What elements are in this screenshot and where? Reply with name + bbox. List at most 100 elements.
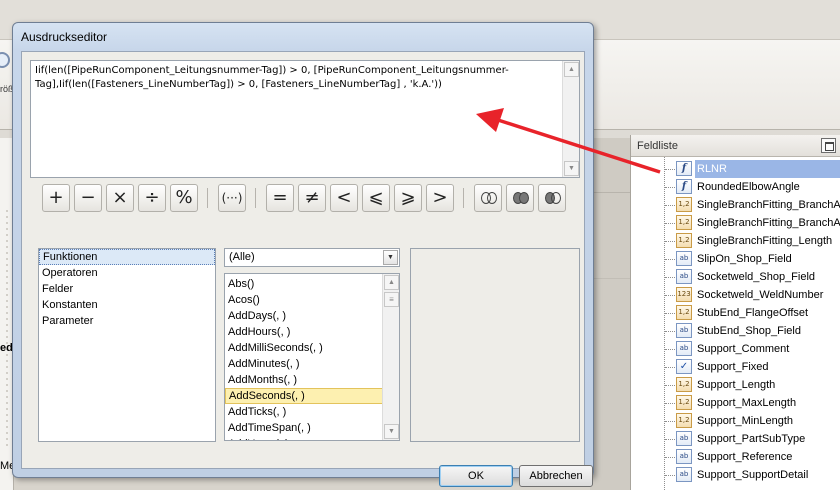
- expression-scrollbar[interactable]: ▲ ▼: [562, 61, 579, 177]
- field-list-item-label: StubEnd_Shop_Field: [697, 325, 801, 337]
- scroll-down-icon[interactable]: ▼: [564, 161, 579, 176]
- and-button[interactable]: [474, 184, 502, 212]
- scroll-down-icon[interactable]: ▼: [384, 424, 399, 439]
- field-list-item[interactable]: f RLNR: [659, 160, 840, 178]
- field-list-item[interactable]: ✓ Support_Fixed: [659, 358, 840, 376]
- field-list-item[interactable]: ab Support_Reference: [659, 448, 840, 466]
- field-list-item[interactable]: 1,2 Support_Length: [659, 376, 840, 394]
- pin-icon[interactable]: [821, 138, 836, 153]
- number-field-icon: 1,2: [676, 395, 692, 410]
- field-list-header: Feldliste: [631, 135, 840, 157]
- field-list-item[interactable]: ab Support_Comment: [659, 340, 840, 358]
- field-list-item-label: Socketweld_Shop_Field: [697, 271, 816, 283]
- checkbox-field-icon: ✓: [676, 359, 692, 374]
- function-item[interactable]: AddTicks(, ): [225, 404, 383, 420]
- function-list-scrollbar[interactable]: ▲ ≡ ▼: [382, 274, 399, 440]
- text-field-icon: ab: [676, 251, 692, 266]
- multiply-button[interactable]: ×: [106, 184, 134, 212]
- function-item[interactable]: AddTimeSpan(, ): [225, 420, 383, 436]
- field-list-item[interactable]: 123 Socketweld_WeldNumber: [659, 286, 840, 304]
- plus-button[interactable]: +: [42, 184, 70, 212]
- less-than-button[interactable]: <: [330, 184, 358, 212]
- function-item[interactable]: AddDays(, ): [225, 308, 383, 324]
- field-list-item[interactable]: 1,2 SingleBranchFitting_BranchAngle: [659, 214, 840, 232]
- less-equal-button[interactable]: ⩽: [362, 184, 390, 212]
- field-list-item[interactable]: ab StubEnd_Shop_Field: [659, 322, 840, 340]
- expression-text[interactable]: Iif(len([PipeRunComponent_Leitungsnummer…: [35, 64, 559, 92]
- field-list-item-label: Support_PartSubType: [697, 433, 806, 445]
- field-list-panel: Feldliste f RLNR f RoundedElbowAngle 1,2 Sing…: [630, 135, 840, 490]
- number-field-icon: 1,2: [676, 197, 692, 212]
- field-list-item[interactable]: f RoundedElbowAngle: [659, 178, 840, 196]
- greater-than-button[interactable]: >: [426, 184, 454, 212]
- background-gap: [590, 138, 630, 490]
- field-list-item-label: Support_Comment: [697, 343, 790, 355]
- not-equals-button[interactable]: ≠: [298, 184, 326, 212]
- field-list-item[interactable]: ab SlipOn_Shop_Field: [659, 250, 840, 268]
- function-icon: f: [676, 161, 692, 176]
- equals-button[interactable]: =: [266, 184, 294, 212]
- scroll-up-icon[interactable]: ▲: [564, 62, 579, 77]
- dialog-title: Ausdruckseditor: [21, 30, 108, 44]
- text-field-icon: ab: [676, 323, 692, 338]
- field-list-item-label: Support_SupportDetail: [697, 469, 809, 481]
- function-item[interactable]: AddSeconds(, ): [225, 388, 383, 404]
- function-item[interactable]: AddHours(, ): [225, 324, 383, 340]
- magnifier-icon: [0, 52, 10, 68]
- field-list-item[interactable]: ab Socketweld_Shop_Field: [659, 268, 840, 286]
- divide-button[interactable]: ÷: [138, 184, 166, 212]
- modulo-button[interactable]: %: [170, 184, 198, 212]
- category-item[interactable]: Konstanten: [39, 297, 215, 313]
- scroll-up-icon[interactable]: ▲: [384, 275, 399, 290]
- number-field-icon: 1,2: [676, 233, 692, 248]
- field-list-item[interactable]: ab Support_PartSubType: [659, 430, 840, 448]
- cancel-button[interactable]: Abbrechen: [519, 465, 593, 487]
- function-list[interactable]: Abs() Acos() AddDays(, ) AddHours(, ) AddMil…: [224, 273, 400, 441]
- field-list-item[interactable]: 1,2 Support_MaxLength: [659, 394, 840, 412]
- or-button[interactable]: [506, 184, 534, 212]
- ok-button[interactable]: OK: [439, 465, 513, 487]
- field-list-item[interactable]: 1,2 StubEnd_FlangeOffset: [659, 304, 840, 322]
- category-item[interactable]: Felder: [39, 281, 215, 297]
- function-icon: f: [676, 179, 692, 194]
- function-item[interactable]: Acos(): [225, 292, 383, 308]
- greater-equal-button[interactable]: ⩾: [394, 184, 422, 212]
- function-item[interactable]: AddYears(, ): [225, 436, 383, 440]
- field-list-item[interactable]: 1,2 SingleBranchFitting_BranchAngle: [659, 196, 840, 214]
- number-field-icon: 1,2: [676, 413, 692, 428]
- minus-button[interactable]: −: [74, 184, 102, 212]
- expression-input[interactable]: Iif(len([PipeRunComponent_Leitungsnummer…: [30, 60, 580, 178]
- field-list-item-label: Support_Reference: [697, 451, 793, 463]
- number-field-icon: 1,2: [676, 377, 692, 392]
- expression-editor-dialog: Ausdruckseditor Iif(len([PipeRunComponen…: [12, 22, 594, 487]
- field-list-item-label: SlipOn_Shop_Field: [697, 253, 792, 265]
- category-item[interactable]: Parameter: [39, 313, 215, 329]
- function-item[interactable]: AddMonths(, ): [225, 372, 383, 388]
- field-list-item[interactable]: ab Support_SupportDetail: [659, 466, 840, 484]
- field-list-item-label: StubEnd_FlangeOffset: [697, 307, 809, 319]
- not-button[interactable]: [538, 184, 566, 212]
- field-list-item-label: Socketweld_WeldNumber: [697, 289, 824, 301]
- description-panel: [410, 248, 580, 442]
- field-list-item[interactable]: 1,2 Support_MinLength: [659, 412, 840, 430]
- parentheses-button[interactable]: (···): [218, 184, 246, 212]
- chevron-down-icon[interactable]: ▼: [383, 250, 398, 265]
- category-item[interactable]: Operatoren: [39, 265, 215, 281]
- function-item[interactable]: Abs(): [225, 276, 383, 292]
- field-list-item-label: RLNR: [695, 160, 840, 178]
- category-item[interactable]: Funktionen: [39, 249, 215, 265]
- text-field-icon: ab: [676, 467, 692, 482]
- field-list-item-label: Support_MaxLength: [697, 397, 797, 409]
- venn-or-icon: [513, 192, 529, 206]
- design-text-fragment: ed: [0, 342, 13, 354]
- function-filter-select[interactable]: (Alle) ▼: [224, 248, 400, 267]
- function-item[interactable]: AddMinutes(, ): [225, 356, 383, 372]
- scroll-thumb[interactable]: ≡: [384, 292, 399, 307]
- category-list[interactable]: Funktionen Operatoren Felder Konstanten Para…: [38, 248, 216, 442]
- field-list-item-label: SingleBranchFitting_Length: [697, 235, 833, 247]
- dialog-client-area: Iif(len([PipeRunComponent_Leitungsnummer…: [21, 51, 593, 487]
- venn-and-icon: [481, 192, 497, 206]
- field-list-item[interactable]: 1,2 SingleBranchFitting_Length: [659, 232, 840, 250]
- function-item[interactable]: AddMilliSeconds(, ): [225, 340, 383, 356]
- field-list-title: Feldliste: [637, 140, 678, 152]
